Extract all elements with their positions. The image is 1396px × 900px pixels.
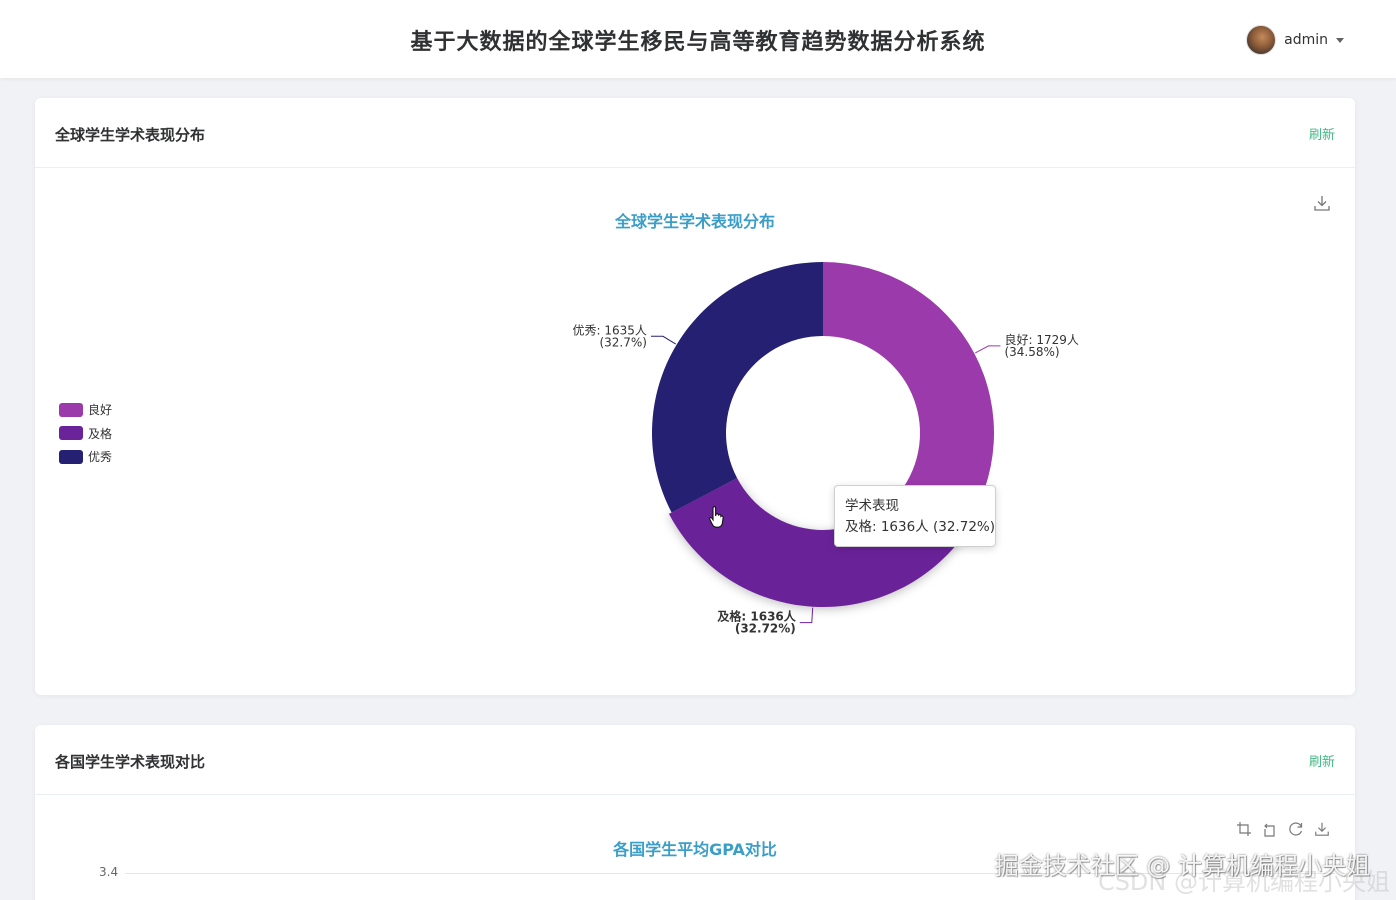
user-name[interactable]: admin	[1284, 32, 1328, 48]
avatar[interactable]	[1246, 25, 1277, 55]
chart-tooltip: 学术表现 及格: 1636人 (32.72%)	[834, 485, 996, 547]
donut-chart[interactable]: 良好: 1729人(34.58%)及格: 1636人(32.72%)优秀: 16…	[35, 98, 1355, 695]
chevron-down-icon[interactable]	[1336, 37, 1344, 43]
slice-data-label: (32.72%)	[735, 622, 796, 636]
watermark-juejin: 掘金技术社区 @ 计算机编程小央姐	[994, 852, 1370, 880]
user-menu[interactable]: admin	[1246, 24, 1344, 56]
academic-distribution-card: 全球学生学术表现分布 刷新 全球学生学术表现分布 良好 及格 优秀 良好: 1729…	[35, 98, 1355, 695]
refresh-button[interactable]: 刷新	[1309, 751, 1335, 770]
label-line	[799, 607, 814, 624]
label-line	[974, 345, 1001, 354]
top-header: 基于大数据的全球学生移民与高等教育趋势数据分析系统 admin	[0, 0, 1396, 78]
y-axis-tick: 3.4	[99, 865, 119, 879]
label-line	[650, 335, 677, 345]
slice-data-label: (34.58%)	[1004, 345, 1059, 359]
tooltip-value: 及格: 1636人 (32.72%)	[845, 519, 995, 535]
pie-slice-优秀[interactable]	[651, 262, 823, 513]
card-title: 各国学生学术表现对比	[55, 753, 206, 771]
app-title: 基于大数据的全球学生移民与高等教育趋势数据分析系统	[410, 30, 986, 55]
hand-cursor-icon	[709, 506, 724, 528]
slice-data-label: (32.7%)	[599, 335, 646, 349]
card-header: 各国学生学术表现对比 刷新	[35, 725, 1355, 795]
tooltip-title: 学术表现	[845, 498, 899, 514]
